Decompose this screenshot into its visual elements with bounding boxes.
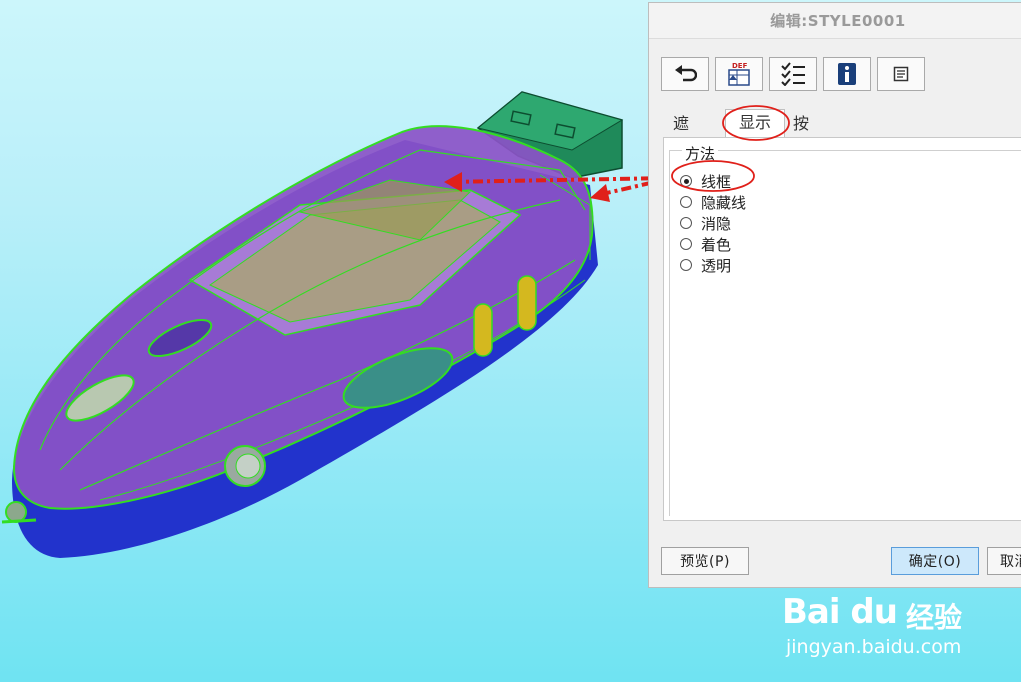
info-button[interactable] — [823, 57, 871, 91]
ok-button[interactable]: 确定(O) — [891, 547, 979, 575]
tab-mask[interactable]: 遮蔽 — [669, 111, 693, 159]
edit-style-dialog: 编辑:STYLE0001 DEF 遮 显示 按 方法 线框 隐藏线 消隐 着色 … — [648, 2, 1021, 588]
undo-button[interactable] — [661, 57, 709, 91]
radio-button[interactable] — [680, 238, 692, 250]
properties-icon — [893, 66, 909, 82]
def-layer-button[interactable]: DEF — [715, 57, 763, 91]
tab-display[interactable]: 显示 — [725, 109, 785, 137]
tab-by-display[interactable]: 按显示 — [789, 111, 813, 185]
baidu-watermark: Bai du 经验 jingyan.baidu.com — [782, 592, 1021, 662]
radio-button[interactable] — [680, 196, 692, 208]
radio-transparent[interactable]: 透明 — [680, 255, 731, 275]
checklist-icon — [781, 62, 805, 86]
display-tab-panel: 方法 线框 隐藏线 消隐 着色 透明 — [663, 137, 1021, 521]
radio-button[interactable] — [680, 217, 692, 229]
properties-button[interactable] — [877, 57, 925, 91]
radio-no-hidden[interactable]: 消隐 — [680, 213, 731, 233]
radio-label: 着色 — [701, 235, 732, 254]
preview-button[interactable]: 预览(P) — [661, 547, 749, 575]
radio-label: 线框 — [701, 172, 732, 191]
radio-label: 消隐 — [701, 214, 732, 233]
watermark-url: jingyan.baidu.com — [786, 636, 962, 658]
dialog-title: 编辑:STYLE0001 — [649, 3, 1021, 39]
radio-button[interactable] — [680, 175, 692, 187]
checklist-button[interactable] — [769, 57, 817, 91]
info-icon — [838, 63, 856, 85]
radio-label: 隐藏线 — [701, 193, 747, 212]
method-group-title: 方法 — [682, 143, 719, 164]
watermark-product: 经验 — [906, 601, 963, 634]
watermark-brand: Bai du — [782, 592, 898, 632]
radio-button[interactable] — [680, 259, 692, 271]
radio-hidden-line[interactable]: 隐藏线 — [680, 192, 746, 212]
svg-text:DEF: DEF — [732, 62, 748, 70]
cancel-button[interactable]: 取消 — [987, 547, 1021, 575]
radio-label: 透明 — [701, 256, 732, 275]
undo-icon — [675, 65, 697, 82]
radio-shaded[interactable]: 着色 — [680, 234, 731, 254]
radio-wireframe[interactable]: 线框 — [680, 171, 731, 191]
def-layer-icon: DEF — [728, 62, 750, 86]
